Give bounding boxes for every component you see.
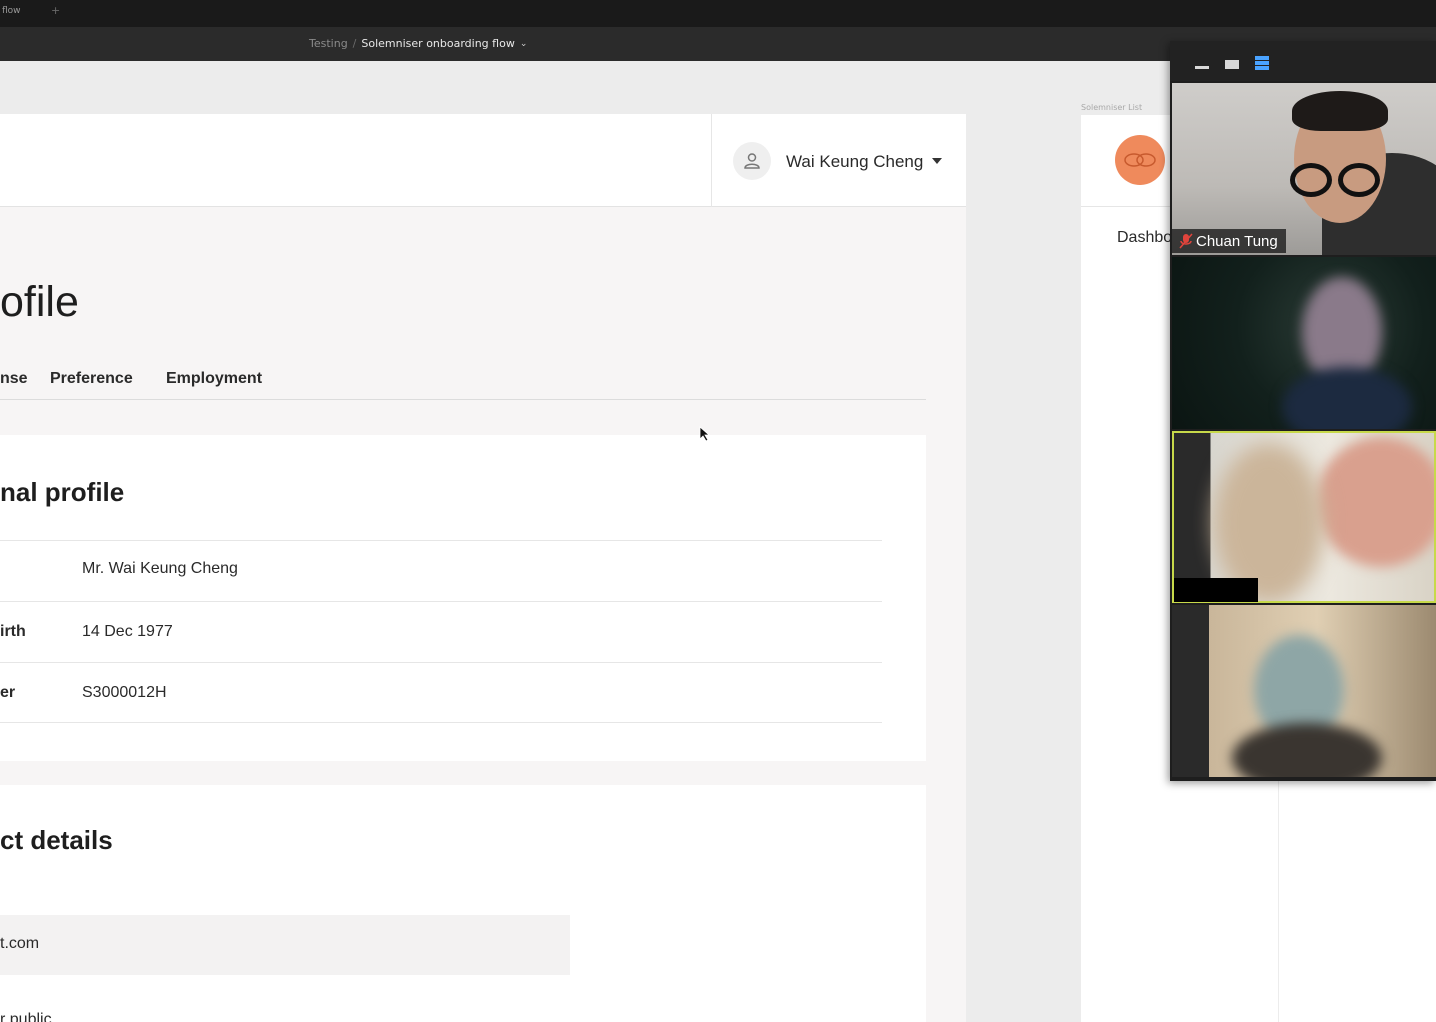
- app-header: Wai Keung Cheng: [0, 114, 966, 207]
- browser-tab[interactable]: flow: [2, 6, 21, 16]
- blurred-body: [1282, 367, 1412, 429]
- new-tab-button[interactable]: +: [51, 4, 60, 17]
- caret-down-icon[interactable]: [932, 158, 942, 164]
- tab-employment[interactable]: Employment: [166, 370, 262, 388]
- chevron-down-icon[interactable]: ⌄: [520, 39, 528, 49]
- browser-tab-bar: flow +: [0, 0, 1436, 27]
- row-divider: [0, 722, 882, 723]
- logo-icon: [1115, 135, 1165, 185]
- profile-page: Wai Keung Cheng ofile nse Preference Emp…: [0, 114, 966, 1022]
- frame-label: Solemniser List: [1081, 103, 1143, 112]
- video-call-panel: Chuan Tung: [1170, 41, 1436, 781]
- tabs-divider: [0, 399, 926, 400]
- breadcrumb: Testing / Solemniser onboarding flow ⌄: [309, 37, 527, 50]
- minimize-icon[interactable]: [1194, 55, 1210, 74]
- section-title: nal profile: [0, 477, 125, 507]
- personal-profile-card: nal profile Mr. Wai Keung Cheng irth 14 …: [0, 435, 926, 761]
- gallery-view-icon[interactable]: [1224, 55, 1240, 74]
- speaker-view-icon[interactable]: [1254, 55, 1270, 74]
- blurred-participant: [1316, 437, 1434, 567]
- field-value-id: S3000012H: [82, 684, 167, 701]
- user-icon[interactable]: [733, 142, 771, 180]
- video-tile[interactable]: [1172, 605, 1436, 777]
- video-call-toolbar: [1170, 41, 1436, 81]
- email-value: t.com: [0, 935, 40, 952]
- user-name[interactable]: Wai Keung Cheng: [786, 152, 923, 172]
- breadcrumb-parent[interactable]: Testing: [309, 37, 348, 50]
- partial-text: r public: [0, 1011, 52, 1022]
- participant-name-tag: [1174, 578, 1258, 602]
- page-title: ofile: [0, 278, 79, 326]
- email-field[interactable]: t.com: [0, 915, 570, 975]
- participant-hair: [1292, 91, 1388, 131]
- video-tile[interactable]: [1172, 257, 1436, 429]
- breadcrumb-separator: /: [352, 37, 357, 50]
- row-divider: [0, 540, 882, 541]
- mic-muted-icon: [1179, 233, 1193, 253]
- row-divider: [0, 601, 882, 602]
- participant-name-tag: Chuan Tung: [1172, 229, 1286, 253]
- header-divider: [711, 114, 712, 207]
- glasses-right: [1338, 163, 1380, 197]
- tab-license[interactable]: nse: [0, 370, 28, 388]
- tab-preference[interactable]: Preference: [50, 370, 133, 388]
- mouse-cursor-icon: [699, 426, 711, 446]
- participant-name: Chuan Tung: [1196, 232, 1278, 250]
- field-value-dob: 14 Dec 1977: [82, 623, 173, 640]
- glasses-left: [1290, 163, 1332, 197]
- breadcrumb-current[interactable]: Solemniser onboarding flow: [361, 37, 514, 50]
- blurred-body: [1232, 723, 1382, 777]
- nav-item-dashboard[interactable]: Dashbo: [1117, 229, 1172, 247]
- section-title: ct details: [0, 825, 113, 855]
- field-value-name: Mr. Wai Keung Cheng: [82, 560, 238, 577]
- field-label: er: [0, 684, 16, 701]
- row-divider: [0, 662, 882, 663]
- contact-details-card: ct details t.com r public: [0, 785, 926, 1022]
- field-label: irth: [0, 623, 26, 640]
